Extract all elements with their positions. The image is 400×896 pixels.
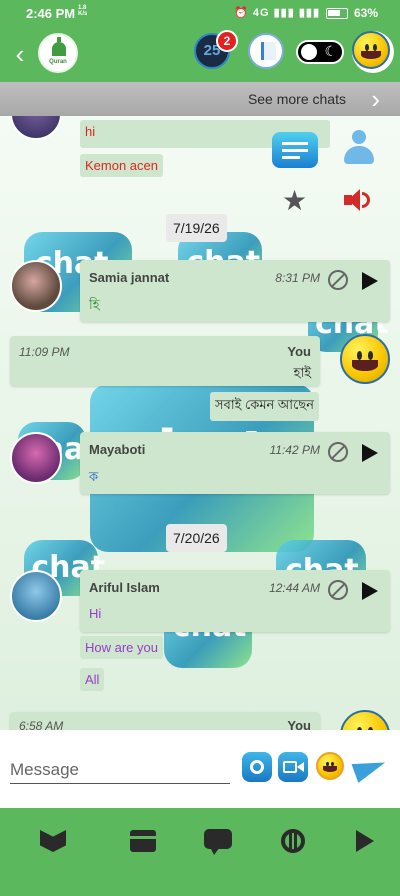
bottom-nav: [0, 808, 400, 896]
block-icon[interactable]: [328, 270, 348, 290]
avatar[interactable]: [10, 432, 62, 484]
message-bubble: Kemon acen: [80, 154, 163, 177]
notes-button[interactable]: [248, 33, 284, 69]
user-icon[interactable]: [342, 130, 376, 168]
avatar[interactable]: [340, 334, 390, 384]
chat-area[interactable]: hi Kemon acen ★ 7/19/26 Samia jannat 8:3…: [0, 116, 400, 730]
avatar[interactable]: [10, 570, 62, 622]
chevron-right-icon: ›: [371, 84, 380, 114]
message-bubble-outgoing: সবাই কেমন আছেন: [210, 392, 319, 421]
top-bar: ‹ Quran 25 2 ☾: [0, 28, 400, 82]
openai-icon[interactable]: [278, 826, 308, 856]
block-icon[interactable]: [328, 442, 348, 462]
avatar[interactable]: [340, 710, 390, 730]
play-icon[interactable]: [352, 826, 382, 856]
app-logo[interactable]: Quran: [38, 33, 78, 73]
dark-mode-toggle[interactable]: ☾: [296, 40, 344, 64]
message-text: হি: [89, 297, 100, 312]
avatar[interactable]: [10, 116, 62, 140]
star-icon[interactable]: ★: [282, 184, 307, 217]
message-text: ক: [89, 469, 99, 484]
battery-percent: 63%: [353, 6, 378, 20]
message-bubble-outgoing: 6:58 AM You: [10, 712, 320, 730]
smiley-icon: [340, 710, 390, 730]
chat-list-icon[interactable]: [272, 132, 318, 168]
camera-icon[interactable]: [242, 752, 272, 782]
sender-name: Samia jannat: [89, 270, 170, 285]
status-bar: 2:46 PM 1.8 K/s ⏰ 4G ▮▮▮ ▮▮▮ 63%: [0, 0, 400, 28]
see-more-label: See more chats: [247, 91, 346, 107]
status-icons: ⏰ 4G ▮▮▮ ▮▮▮: [234, 7, 320, 19]
sender-name: Mayaboti: [89, 442, 146, 457]
avatar[interactable]: [10, 260, 62, 312]
message-text: Hi: [89, 606, 102, 621]
message-time: 12:44 AM: [269, 581, 320, 595]
video-icon[interactable]: [278, 752, 308, 782]
quran-book-icon[interactable]: [38, 826, 68, 856]
message-input[interactable]: [10, 756, 230, 784]
status-time: 2:46 PM: [26, 6, 76, 21]
message-time: 11:09 PM: [19, 345, 70, 359]
play-icon[interactable]: [362, 444, 378, 462]
moon-icon: ☾: [324, 43, 337, 59]
speaker-icon[interactable]: [342, 186, 374, 214]
sender-name: You: [287, 718, 311, 730]
message-text: হাই: [293, 365, 311, 380]
see-more-chats-bar[interactable]: See more chats ›: [0, 82, 400, 116]
net-speed: 1.8 K/s: [78, 5, 88, 17]
kaaba-icon[interactable]: [128, 826, 158, 856]
date-separator: 7/20/26: [166, 524, 227, 552]
logo-text: Quran: [49, 59, 67, 65]
message-time: 8:31 PM: [275, 271, 320, 285]
sender-name: Ariful Islam: [89, 580, 160, 595]
toggle-knob: [301, 44, 317, 60]
emoji-icon[interactable]: [316, 752, 346, 782]
message-bubble: How are you: [80, 636, 163, 659]
send-icon[interactable]: [351, 752, 389, 783]
battery-icon: [326, 8, 348, 19]
smiley-icon: [340, 334, 390, 384]
notification-badge: 2: [216, 30, 238, 52]
play-icon[interactable]: [362, 582, 378, 600]
message-input-bar: [0, 730, 400, 808]
chat-icon[interactable]: [204, 826, 234, 856]
message-time: 11:42 PM: [269, 443, 320, 457]
message-bubble: All: [80, 668, 105, 691]
block-icon[interactable]: [328, 580, 348, 600]
date-separator: 7/19/26: [166, 214, 227, 242]
mosque-icon: [52, 37, 66, 56]
message-bubble: Samia jannat 8:31 PM হি: [80, 260, 390, 322]
message-bubble: Ariful Islam 12:44 AM Hi: [80, 570, 390, 632]
message-time: 6:58 AM: [19, 719, 64, 730]
message-bubble: Mayaboti 11:42 PM ক: [80, 432, 390, 494]
message-bubble-outgoing: 11:09 PM You হাই: [10, 336, 320, 386]
sender-name: You: [287, 344, 311, 359]
smiley-icon: [352, 31, 390, 69]
play-icon[interactable]: [362, 272, 378, 290]
back-arrow-icon[interactable]: ‹: [8, 40, 32, 68]
emoji-profile-button[interactable]: [352, 31, 394, 73]
